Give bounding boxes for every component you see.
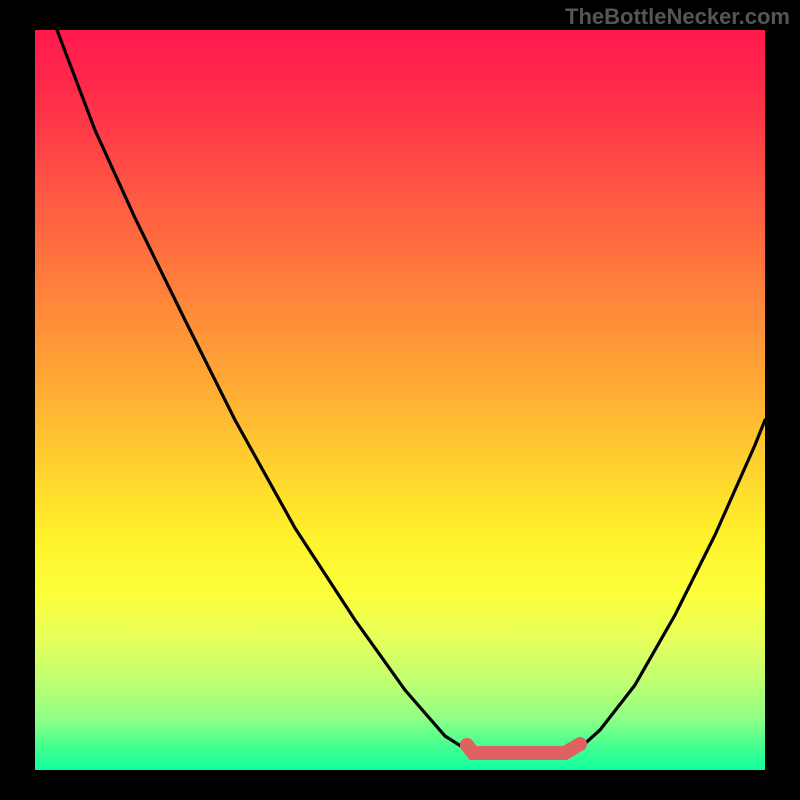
bottleneck-curve (57, 30, 765, 753)
highlight-marker (460, 738, 474, 752)
highlight-segment (467, 744, 580, 753)
curve-layer (35, 30, 765, 770)
chart-container: TheBottleNecker.com (0, 0, 800, 800)
attribution-text: TheBottleNecker.com (565, 4, 790, 30)
plot-area (35, 30, 765, 770)
